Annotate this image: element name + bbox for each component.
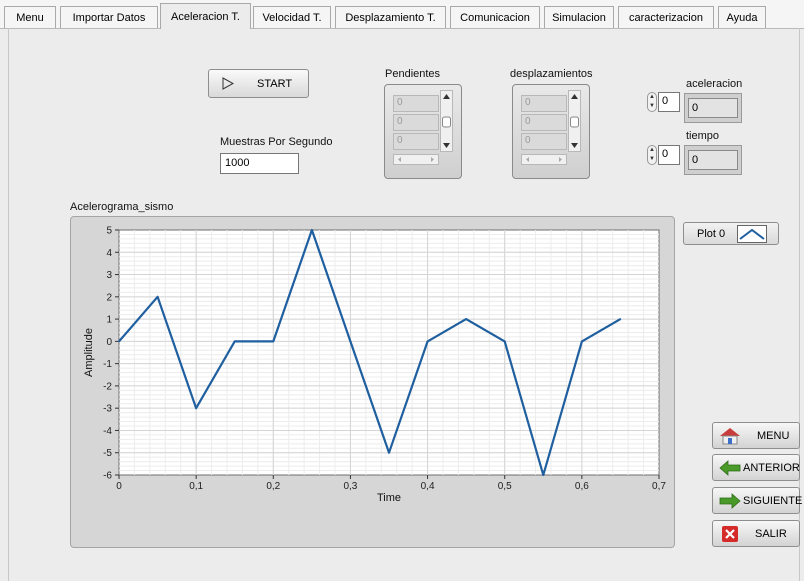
tiempo-indicator: 0	[684, 145, 742, 175]
y-tick-label: -3	[103, 404, 112, 415]
data-point	[156, 296, 159, 298]
anterior-button[interactable]: ANTERIOR	[712, 454, 800, 481]
data-point	[503, 340, 506, 343]
aceleracion-label: aceleracion	[686, 78, 743, 90]
close-x-icon	[722, 526, 738, 542]
anterior-button-label: ANTERIOR	[743, 462, 800, 474]
samples-label: Muestras Por Segundo	[220, 136, 333, 148]
start-button[interactable]: START	[208, 69, 309, 98]
desplazamientos-horizontal-scrollbar[interactable]	[521, 154, 567, 165]
y-tick-label: 0	[106, 337, 112, 348]
aceleracion-indicator: 0	[684, 93, 742, 123]
x-tick-label: 0	[116, 481, 122, 492]
x-tick-label: 0,2	[266, 481, 280, 492]
tiempo-index-spinner[interactable]: ▲ ▼	[647, 145, 657, 165]
x-tick-label: 0,4	[421, 481, 435, 492]
acelerograma-chart[interactable]: 0 0,1 0,2 0,3 0,4 0,5 0,6 0,7 5 4 3 2 1 0 -1 -2 -3 -4 -5 -6…	[70, 216, 675, 548]
tab-importar-datos[interactable]: Importar Datos	[60, 6, 158, 28]
tab-menu[interactable]: Menu	[4, 6, 56, 28]
samples-input[interactable]: 1000	[220, 153, 299, 174]
scroll-horizontal-icon	[398, 157, 434, 162]
data-point	[349, 340, 352, 343]
tiempo-index-input[interactable]: 0	[658, 145, 680, 165]
pendientes-array[interactable]: 0 0 0	[384, 84, 462, 179]
tab-caracterizacion[interactable]: caracterizacion	[618, 6, 714, 28]
tab-velocidad[interactable]: Velocidad T.	[253, 6, 331, 28]
desplazamientos-label: desplazamientos	[510, 68, 593, 80]
pendientes-label: Pendientes	[385, 68, 441, 80]
y-tick-label: 2	[106, 292, 112, 303]
pendientes-vertical-scrollbar[interactable]	[440, 90, 453, 152]
data-point	[542, 474, 545, 476]
y-tick-label: -5	[103, 448, 112, 459]
data-point	[619, 318, 622, 320]
scroll-horizontal-icon	[526, 157, 562, 162]
pendientes-horizontal-scrollbar[interactable]	[393, 154, 439, 165]
tiempo-label: tiempo	[686, 130, 720, 142]
desplazamientos-array[interactable]: 0 0 0	[512, 84, 590, 179]
y-tick-label: 5	[106, 226, 112, 237]
chart-title: Acelerograma_sismo	[70, 201, 174, 213]
desplazamientos-vertical-scrollbar[interactable]	[568, 90, 581, 152]
x-tick-label: 0,5	[498, 481, 512, 492]
plot-legend[interactable]: Plot 0	[683, 222, 779, 245]
arrow-right-icon	[719, 493, 741, 509]
desplazamientos-cell[interactable]: 0	[521, 95, 567, 112]
desplazamientos-cell[interactable]: 0	[521, 133, 567, 150]
x-tick-label: 0,1	[189, 481, 203, 492]
pendientes-cell[interactable]: 0	[393, 95, 439, 112]
pendientes-cell[interactable]: 0	[393, 114, 439, 131]
start-button-label: START	[257, 78, 293, 90]
aceleracion-index-input[interactable]: 0	[658, 92, 680, 112]
play-outline-icon	[222, 77, 234, 90]
desplazamientos-cell[interactable]: 0	[521, 114, 567, 131]
salir-button-label: SALIR	[755, 528, 787, 540]
scroll-arrows-icon	[442, 94, 451, 148]
legend-line-swatch	[737, 225, 767, 243]
x-tick-label: 0,3	[343, 481, 357, 492]
tab-ayuda[interactable]: Ayuda	[718, 6, 766, 28]
pendientes-cell[interactable]: 0	[393, 133, 439, 150]
scroll-arrows-icon	[570, 94, 579, 148]
chart-panel: 0 0,1 0,2 0,3 0,4 0,5 0,6 0,7 5 4 3 2 1 0 -1 -2 -3 -4 -5 -6…	[70, 216, 675, 548]
tiempo-value: 0	[688, 150, 738, 170]
y-tick-label: -6	[103, 471, 112, 482]
data-point	[426, 340, 429, 343]
data-point	[272, 340, 275, 343]
legend-label: Plot 0	[697, 228, 726, 240]
data-point	[118, 340, 120, 343]
x-axis-label: Time	[377, 492, 401, 504]
aceleracion-value: 0	[688, 98, 738, 118]
menu-button-label: MENU	[757, 430, 790, 442]
tab-comunicacion[interactable]: Comunicacion	[450, 6, 540, 28]
y-tick-label: -4	[103, 426, 112, 437]
home-icon	[720, 428, 740, 445]
x-tick-label: 0,6	[575, 481, 589, 492]
data-point	[311, 229, 313, 231]
arrow-left-icon	[719, 460, 741, 476]
tab-simulacion[interactable]: Simulacion	[544, 6, 614, 28]
siguiente-button-label: SIGUIENTE	[743, 495, 803, 507]
tab-desplazamiento[interactable]: Desplazamiento T.	[335, 6, 446, 28]
tab-bar: Menu Importar Datos Aceleracion T. Veloc…	[0, 0, 804, 29]
menu-button[interactable]: MENU	[712, 422, 800, 449]
y-tick-label: -1	[103, 359, 112, 370]
salir-button[interactable]: SALIR	[712, 520, 800, 547]
tab-aceleracion[interactable]: Aceleracion T.	[160, 3, 251, 29]
y-axis-label: Amplitude	[83, 328, 95, 377]
x-tick-label: 0,7	[652, 481, 666, 492]
data-point	[581, 340, 583, 343]
y-tick-label: 3	[106, 270, 112, 281]
siguiente-button[interactable]: SIGUIENTE	[712, 487, 803, 514]
aceleracion-index-spinner[interactable]: ▲ ▼	[647, 92, 657, 112]
y-tick-label: 1	[106, 315, 112, 326]
y-tick-label: -2	[103, 381, 112, 392]
data-point	[233, 340, 236, 343]
data-point	[465, 318, 467, 320]
data-point	[388, 451, 390, 454]
y-tick-label: 4	[106, 248, 112, 259]
data-point	[195, 407, 197, 409]
